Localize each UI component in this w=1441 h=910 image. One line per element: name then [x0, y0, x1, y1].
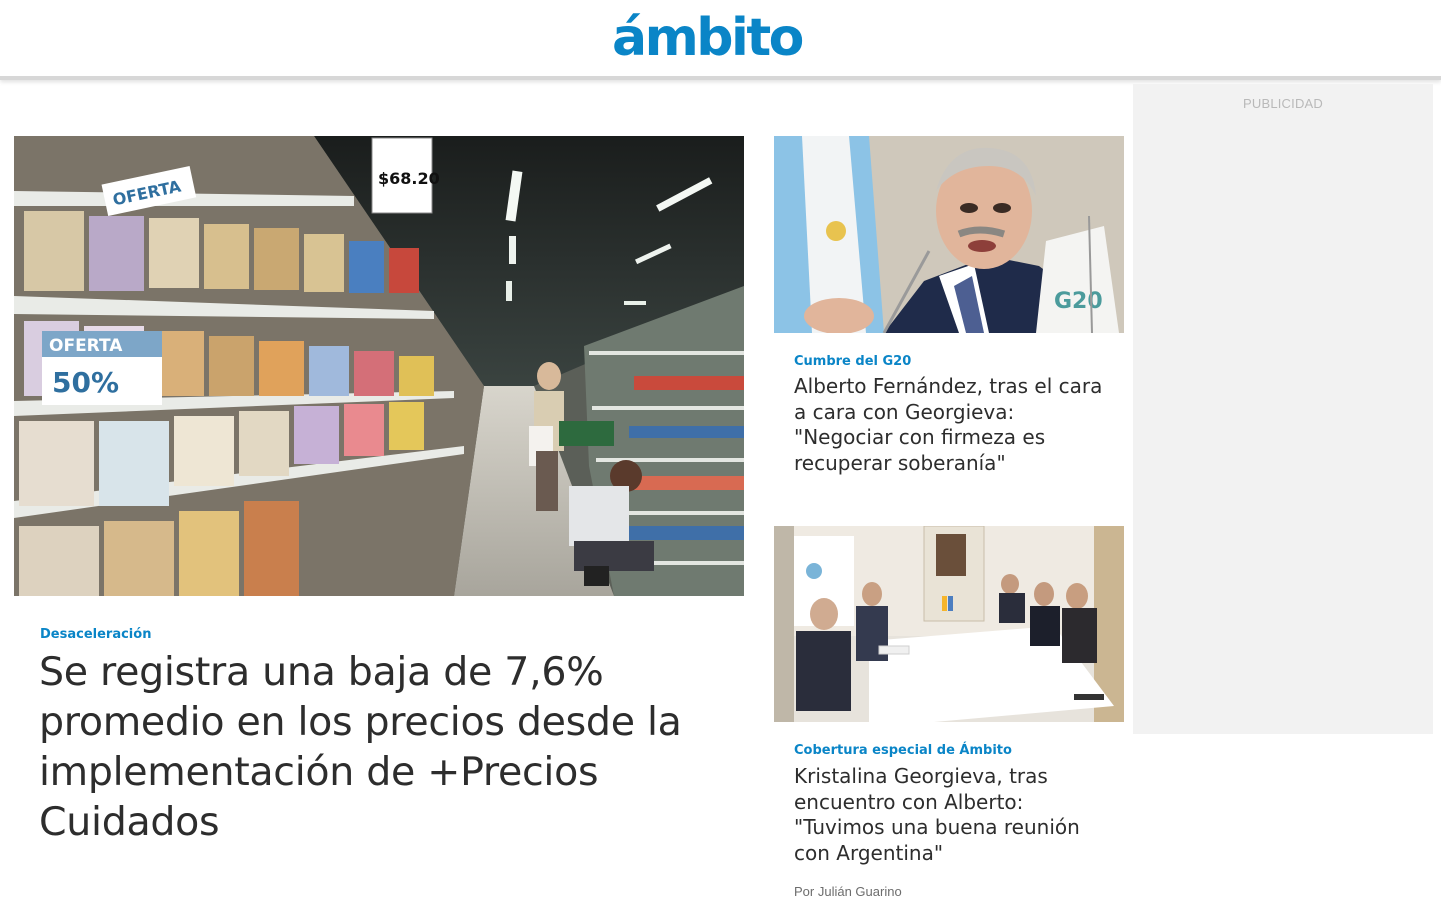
main-story-kicker[interactable]: Desaceleración [40, 627, 151, 642]
side-story-1-kicker[interactable]: Cumbre del G20 [794, 354, 911, 369]
svg-text:50%: 50% [52, 366, 119, 399]
main-story-image[interactable]: OFERTA 50% OFERTA $68.20 [14, 136, 744, 596]
supermarket-aisle-photo: OFERTA 50% OFERTA $68.20 [14, 136, 744, 596]
side-story-2-kicker[interactable]: Cobertura especial de Ámbito [794, 743, 1012, 758]
side-story-2-headline[interactable]: Kristalina Georgieva, tras encuentro con… [794, 764, 1119, 866]
speaker-with-microphone-photo: G20 [774, 136, 1124, 333]
side-story-1-headline[interactable]: Alberto Fernández, tras el cara a cara c… [794, 374, 1114, 476]
svg-text:OFERTA: OFERTA [49, 336, 123, 356]
advertisement-label: PUBLICIDAD [1242, 96, 1324, 111]
advertisement-slot[interactable]: PUBLICIDAD [1133, 84, 1433, 734]
main-story-headline[interactable]: Se registra una baja de 7,6% promedio en… [39, 647, 739, 847]
side-story-1-image[interactable]: G20 [774, 136, 1124, 333]
side-story-2-image[interactable] [774, 526, 1124, 722]
svg-text:$68.20: $68.20 [378, 169, 440, 188]
site-header: ámbito [0, 0, 1441, 80]
meeting-table-photo [774, 526, 1124, 722]
svg-text:G20: G20 [1054, 289, 1103, 314]
site-logo[interactable]: ámbito [612, 6, 804, 70]
side-story-2-byline[interactable]: Por Julián Guarino [794, 884, 902, 899]
